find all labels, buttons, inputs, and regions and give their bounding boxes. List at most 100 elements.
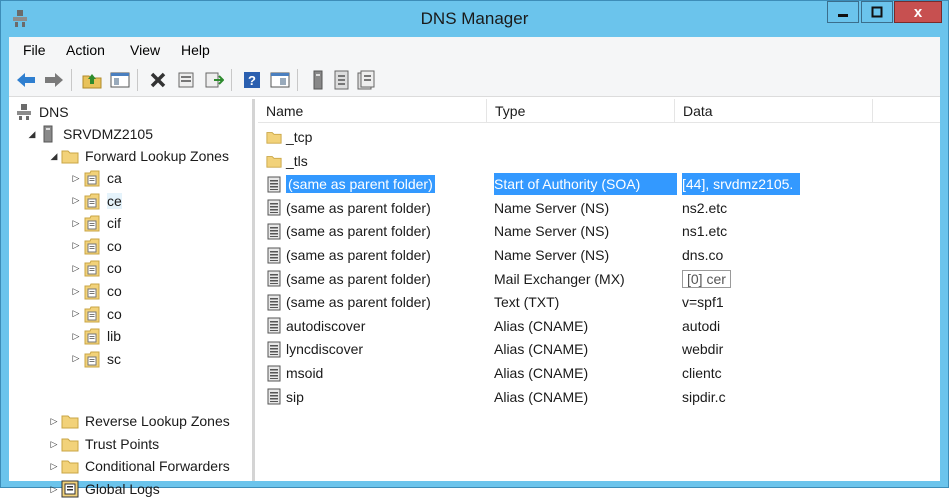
tree-node-forward-lookup-zones[interactable]: ◢ Forward Lookup Zones (47, 145, 229, 167)
record-row[interactable]: lyncdiscover Alias (CNAME) webdir (266, 338, 916, 360)
folder-row[interactable]: _tls (266, 150, 916, 172)
tree-node-zone[interactable]: ▷ lib (69, 325, 121, 347)
column-header-data[interactable]: Data (675, 99, 873, 123)
record-row[interactable]: (same as parent folder) Mail Exchanger (M… (266, 268, 916, 290)
record-name: sip (286, 388, 304, 405)
expand-icon[interactable]: ▷ (69, 353, 83, 364)
delete-icon[interactable] (147, 69, 169, 91)
maximize-button[interactable] (861, 1, 893, 23)
menu-view[interactable]: View (130, 42, 160, 58)
tree-node-zone[interactable]: ▷ co (69, 235, 122, 257)
expand-icon[interactable]: ▷ (47, 439, 61, 450)
forward-arrow-icon[interactable] (43, 69, 65, 91)
new-alias-icon[interactable] (355, 69, 377, 91)
record-data: autodi (682, 317, 721, 334)
properties-icon[interactable] (175, 69, 197, 91)
tree-node-zone[interactable]: ▷ co (69, 257, 122, 279)
expand-icon[interactable]: ▷ (47, 484, 61, 495)
menu-bar: File Action View Help (9, 37, 940, 63)
expand-icon[interactable]: ▷ (47, 461, 61, 472)
record-icon (266, 270, 282, 287)
record-data-cell: [0] cer (682, 268, 800, 290)
record-data: sipdir.c (682, 388, 726, 405)
expand-icon[interactable]: ▷ (69, 240, 83, 251)
details-pane: Name Type Data _tcp _tls (same as parent f… (258, 99, 940, 481)
update-server-data-icon[interactable] (307, 69, 329, 91)
record-name: msoid (286, 365, 324, 381)
tree-label-server: SRVDMZ2105 (63, 126, 154, 142)
back-arrow-icon[interactable] (15, 69, 37, 91)
zone-icon (83, 214, 101, 232)
tree-node-zone[interactable]: ▷ cif (69, 212, 121, 234)
svg-text:?: ? (248, 73, 256, 88)
collapse-icon[interactable]: ◢ (47, 151, 61, 162)
menu-help[interactable]: Help (181, 42, 210, 58)
record-type: Alias (CNAME) (494, 388, 589, 405)
tree-node-reverse-lookup-zones[interactable]: ▷ Reverse Lookup Zones (47, 410, 230, 432)
record-icon (266, 223, 282, 240)
tree-node-zone[interactable]: ▷ co (69, 303, 122, 325)
toolbar-separator (231, 69, 232, 91)
folder-row[interactable]: _tcp (266, 126, 916, 148)
expand-icon[interactable]: ▷ (69, 218, 83, 229)
record-name: autodiscover (286, 317, 366, 334)
expand-icon[interactable]: ▷ (69, 263, 83, 274)
tree-label-zone: co (107, 237, 122, 254)
expand-icon[interactable]: ▷ (47, 416, 61, 427)
minimize-button[interactable] (827, 1, 859, 23)
column-header-type[interactable]: Type (487, 99, 675, 123)
record-icon (266, 247, 282, 264)
record-row[interactable]: (same as parent folder) Text (TXT) v=spf1 (266, 291, 916, 313)
record-data-cell: v=spf1 (682, 291, 800, 313)
record-type: Name Server (NS) (494, 223, 610, 240)
menu-action[interactable]: Action (66, 42, 105, 58)
expand-icon[interactable]: ▷ (69, 173, 83, 184)
mmc-window-icon[interactable] (269, 69, 291, 91)
tree-label-global-logs: Global Logs (85, 481, 160, 497)
record-icon (266, 365, 282, 382)
record-row[interactable]: (same as parent folder) Name Server (NS) n… (266, 220, 916, 242)
tree-node-zone[interactable]: ▷ co (69, 280, 122, 302)
tree-label-zone: ce (107, 192, 122, 209)
tree-node-dns[interactable]: DNS (15, 101, 69, 123)
tree-node-global-logs[interactable]: ▷ Global Logs (47, 478, 160, 500)
tree-label-reverse-lookup-zones: Reverse Lookup Zones (85, 413, 230, 429)
close-button[interactable]: x (894, 1, 942, 23)
dns-server-icon (15, 103, 33, 121)
tree-label-zone: co (107, 260, 122, 277)
minimize-icon (838, 14, 848, 17)
record-data: webdir (682, 341, 724, 358)
record-row[interactable]: autodiscover Alias (CNAME) autodi (266, 315, 916, 337)
record-row[interactable]: (same as parent folder) Name Server (NS) d… (266, 244, 916, 266)
tree-node-trust-points[interactable]: ▷ Trust Points (47, 433, 160, 455)
tree-node-zone[interactable]: ▷ ca (69, 167, 122, 189)
expand-icon[interactable]: ▷ (69, 286, 83, 297)
title-bar[interactable]: DNS Manager x (1, 1, 948, 37)
record-row[interactable]: (same as parent folder) Start of Authorit… (266, 173, 916, 196)
expand-icon[interactable]: ▷ (69, 308, 83, 319)
up-folder-icon[interactable] (81, 69, 103, 91)
tree-node-zone[interactable]: ▷ sc (69, 348, 121, 370)
expand-icon[interactable]: ▷ (69, 195, 83, 206)
record-row[interactable]: (same as parent folder) Name Server (NS) n… (266, 197, 916, 219)
export-list-icon[interactable] (203, 69, 225, 91)
menu-file[interactable]: File (23, 42, 46, 58)
collapse-icon[interactable]: ◢ (25, 129, 39, 140)
record-data-cell: dns.co (682, 244, 800, 266)
client-area: File Action View Help ? DNS ◢ SRVDMZ2105… (9, 37, 940, 498)
record-row[interactable]: sip Alias (CNAME) sipdir.c (266, 386, 916, 408)
record-name: _tcp (286, 129, 313, 145)
column-header-name[interactable]: Name (258, 99, 487, 123)
record-data-cell: autodi (682, 315, 800, 337)
tree-node-zone[interactable]: ▷ ce (69, 190, 122, 212)
record-type: Start of Authority (SOA) (494, 173, 677, 196)
record-type: Name Server (NS) (494, 247, 610, 263)
record-row[interactable]: msoid Alias (CNAME) clientc (266, 362, 916, 384)
new-host-icon[interactable] (331, 69, 353, 91)
tree-node-server[interactable]: ◢ SRVDMZ2105 (25, 123, 153, 145)
expand-icon[interactable]: ▷ (69, 331, 83, 342)
show-hide-tree-icon[interactable] (109, 69, 131, 91)
tree-node-conditional-forwarders[interactable]: ▷ Conditional Forwarders (47, 455, 230, 477)
record-data: v=spf1 (682, 294, 724, 311)
help-icon[interactable]: ? (241, 69, 263, 91)
